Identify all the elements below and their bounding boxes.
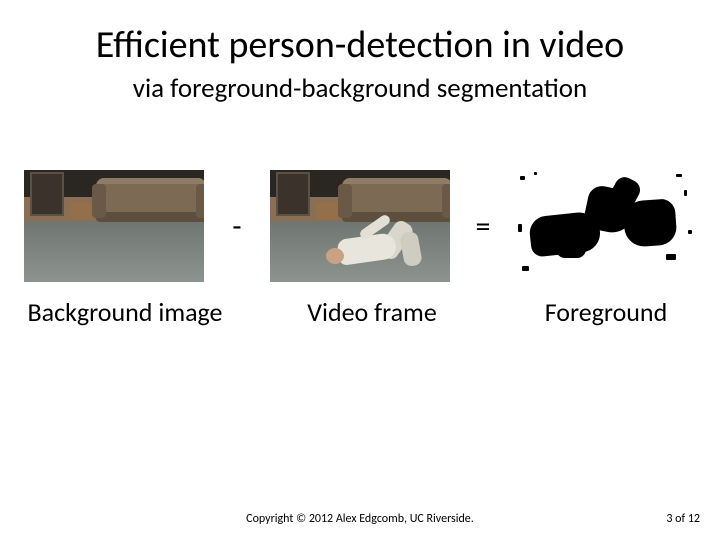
sofa-shape (342, 178, 450, 222)
door-shape (30, 172, 64, 216)
cushion-shape (70, 202, 92, 220)
image-equation-row: - = (24, 170, 696, 282)
sofa-shape (96, 178, 204, 222)
door-shape (276, 172, 310, 216)
silhouette (516, 170, 696, 282)
foreground-thumb (516, 170, 696, 282)
slide-subtitle: via foreground-background segmentation (0, 72, 720, 105)
cushion-shape (316, 202, 338, 220)
copyright-text: Copyright © 2012 Alex Edgcomb, UC Rivers… (0, 512, 720, 526)
person-shape (308, 222, 428, 280)
slide-title: Efficient person-detection in video (0, 22, 720, 68)
minus-operator: - (222, 208, 252, 245)
caption-frame: Video frame (262, 296, 482, 328)
background-image-thumb (24, 170, 204, 282)
page-number: 3 of 12 (666, 512, 700, 526)
caption-foreground: Foreground (502, 296, 710, 328)
caption-background: Background image (6, 296, 244, 328)
equals-operator: = (468, 208, 498, 245)
caption-row: Background image Video frame Foreground (0, 296, 720, 328)
video-frame-thumb (270, 170, 450, 282)
